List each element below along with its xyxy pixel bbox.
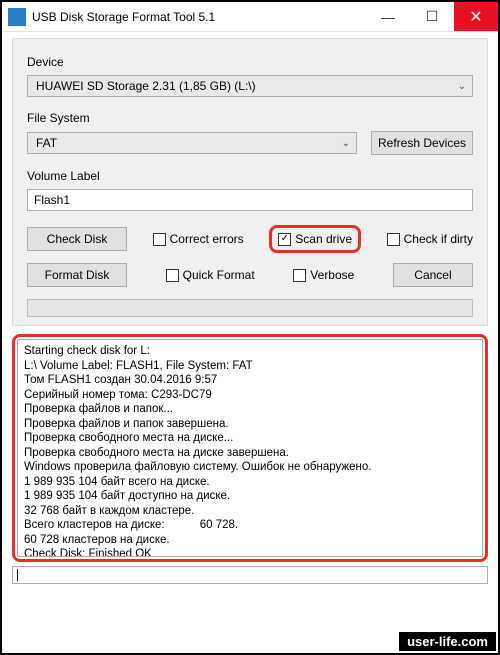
chevron-down-icon: ⌄ xyxy=(342,138,350,149)
checkbox-icon: ✓ xyxy=(278,233,291,246)
minimize-button[interactable]: — xyxy=(366,2,410,31)
checkbox-icon xyxy=(387,233,400,246)
main-panel: Device HUAWEI SD Storage 2.31 (1,85 GB) … xyxy=(12,38,488,326)
filesystem-label: File System xyxy=(27,111,473,125)
correct-errors-label: Correct errors xyxy=(170,232,244,246)
format-disk-button[interactable]: Format Disk xyxy=(27,263,127,287)
check-if-dirty-checkbox[interactable]: Check if dirty xyxy=(387,232,473,246)
device-select[interactable]: HUAWEI SD Storage 2.31 (1,85 GB) (L:\) ⌄ xyxy=(27,75,473,97)
checkbox-icon xyxy=(166,269,179,282)
watermark: user-life.com xyxy=(399,632,496,651)
volume-label-value: Flash1 xyxy=(34,193,70,207)
checkbox-icon xyxy=(293,269,306,282)
filesystem-select[interactable]: FAT ⌄ xyxy=(27,132,357,154)
close-icon: ✕ xyxy=(469,7,482,27)
check-if-dirty-label: Check if dirty xyxy=(404,232,473,246)
status-bar[interactable] xyxy=(12,566,488,584)
log-highlight: Starting check disk for L: L:\ Volume La… xyxy=(12,334,488,562)
log-output[interactable]: Starting check disk for L: L:\ Volume La… xyxy=(17,339,483,557)
cancel-button[interactable]: Cancel xyxy=(393,263,473,287)
text-cursor xyxy=(17,569,18,581)
device-label: Device xyxy=(27,55,473,69)
quick-format-checkbox[interactable]: Quick Format xyxy=(166,268,255,282)
quick-format-label: Quick Format xyxy=(183,268,255,282)
check-disk-button[interactable]: Check Disk xyxy=(27,227,127,251)
app-icon xyxy=(8,8,26,26)
refresh-devices-button[interactable]: Refresh Devices xyxy=(371,131,473,155)
checkbox-icon xyxy=(153,233,166,246)
volume-label-input[interactable]: Flash1 xyxy=(27,189,473,211)
scan-drive-highlight: ✓ Scan drive xyxy=(269,225,361,253)
volume-label-label: Volume Label xyxy=(27,169,473,183)
progress-bar xyxy=(27,299,473,317)
chevron-down-icon: ⌄ xyxy=(458,81,466,92)
verbose-checkbox[interactable]: Verbose xyxy=(293,268,354,282)
window-title: USB Disk Storage Format Tool 5.1 xyxy=(32,10,366,24)
filesystem-value: FAT xyxy=(36,136,57,150)
scan-drive-checkbox[interactable]: ✓ Scan drive xyxy=(278,232,352,246)
titlebar: USB Disk Storage Format Tool 5.1 — ☐ ✕ xyxy=(2,2,498,32)
device-value: HUAWEI SD Storage 2.31 (1,85 GB) (L:\) xyxy=(36,79,256,93)
correct-errors-checkbox[interactable]: Correct errors xyxy=(153,232,244,246)
verbose-label: Verbose xyxy=(310,268,354,282)
maximize-button[interactable]: ☐ xyxy=(410,2,454,31)
close-button[interactable]: ✕ xyxy=(454,2,498,31)
scan-drive-label: Scan drive xyxy=(295,232,352,246)
